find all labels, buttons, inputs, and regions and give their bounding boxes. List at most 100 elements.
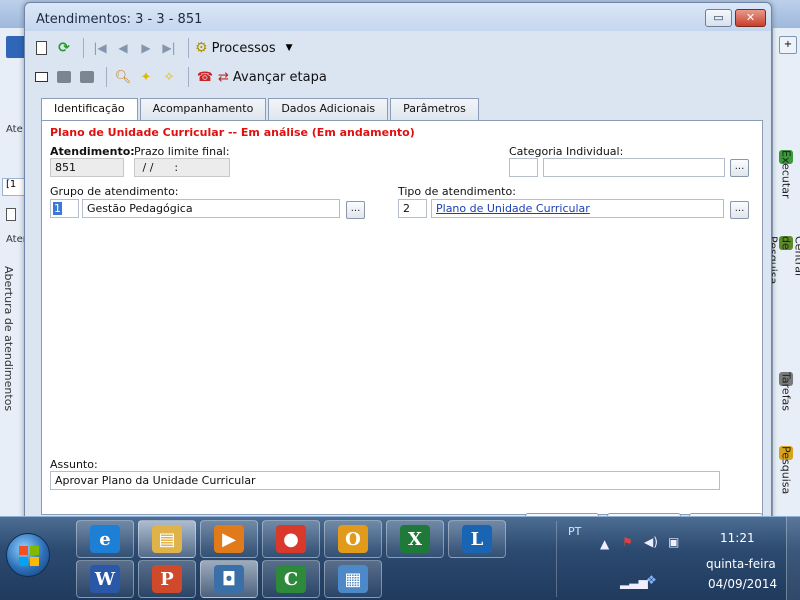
network-signal-icon[interactable]: ▂▃▅ — [620, 575, 648, 589]
right-item-label: Tarefas — [779, 372, 793, 412]
assunto-label: Assunto: — [50, 458, 98, 471]
prazo-field[interactable]: / / : — [134, 158, 230, 177]
refresh-button[interactable]: ⟳ — [54, 37, 74, 59]
tipo-desc-link[interactable]: Plano de Unidade Curricular — [431, 199, 724, 218]
first-icon: |◀ — [93, 41, 107, 55]
taskbar-app-word[interactable]: W — [76, 560, 134, 598]
categoria-desc-field[interactable] — [543, 158, 725, 177]
taskbar-app-media-player[interactable]: ▶ — [200, 520, 258, 558]
flag-alert-icon[interactable]: ⚑ — [622, 535, 633, 549]
show-hidden-icons-icon[interactable]: ▲ — [600, 537, 609, 551]
volume-icon[interactable]: ◀) — [644, 535, 658, 549]
lightbulb-icon: ✦ — [140, 69, 152, 85]
folder-icon: ▤ — [152, 525, 182, 553]
taskbar-app-excel[interactable]: X — [386, 520, 444, 558]
main-toolbar: ⟳ |◀ ◀ ▶ ▶| ⚙ Processos ▼ — [31, 35, 296, 61]
disabled-icon — [80, 71, 94, 83]
language-indicator[interactable]: PT — [568, 525, 581, 538]
new-document-button[interactable] — [31, 37, 51, 59]
application-window-icon: ▦ — [338, 565, 368, 593]
disabled-tool-button-1[interactable] — [54, 66, 74, 88]
taskbar-app-chrome[interactable]: ● — [262, 520, 320, 558]
previous-icon: ◀ — [118, 41, 128, 55]
right-item-label: Executar — [779, 150, 793, 199]
taskbar-app-outlook[interactable]: O — [324, 520, 382, 558]
taskbar-app-lync[interactable]: L — [448, 520, 506, 558]
phone-button[interactable]: ☎ — [195, 66, 215, 88]
taskbar-app-windows-explorer[interactable]: ▤ — [138, 520, 196, 558]
expand-button[interactable]: + — [779, 36, 797, 54]
tipo-code-field[interactable]: 2 — [398, 199, 427, 218]
show-desktop-button[interactable] — [786, 517, 800, 600]
email-button[interactable] — [31, 66, 51, 88]
grupo-desc-field[interactable]: Gestão Pedagógica — [82, 199, 340, 218]
last-record-button[interactable]: ▶| — [159, 37, 179, 59]
taskbar-app-window[interactable]: ▦ — [324, 560, 382, 598]
abertura-atendimentos-panel-label[interactable]: Abertura de atendimentos — [2, 266, 15, 411]
tab-identificacao[interactable]: Identificação — [41, 98, 138, 121]
toolbar-separator — [83, 38, 84, 58]
tab-parametros[interactable]: Parâmetros — [390, 98, 479, 120]
assunto-field[interactable]: Aprovar Plano da Unidade Curricular — [50, 471, 720, 490]
minimize-button[interactable]: ▭ — [705, 9, 732, 27]
grupo-lookup-button[interactable]: ... — [346, 201, 365, 219]
virtual-machine-icon: ◘ — [214, 565, 244, 593]
right-item-label: Pesquisa — [779, 446, 793, 495]
close-button[interactable]: ✕ — [735, 9, 766, 27]
chevron-down-icon: ▼ — [285, 43, 293, 53]
idea-button[interactable]: ✦ — [136, 66, 156, 88]
avancar-etapa-label: Avançar etapa — [232, 69, 327, 85]
categoria-code-field[interactable] — [509, 158, 538, 177]
chrome-icon: ● — [276, 525, 306, 553]
dialog-title: Atendimentos: 3 - 3 - 851 — [36, 12, 203, 27]
next-record-button[interactable]: ▶ — [136, 37, 156, 59]
categoria-lookup-button[interactable]: ... — [730, 159, 749, 177]
grupo-code-selection: 1 — [53, 202, 62, 215]
outlook-icon: O — [338, 525, 368, 553]
search-button[interactable]: 🔍︎ — [113, 66, 133, 88]
right-item-tarefas[interactable]: Tarefas — [779, 372, 793, 411]
clock-date[interactable]: 04/09/2014 — [708, 577, 777, 591]
secondary-toolbar: 🔍︎ ✦ ✧ ☎ ⇄ Avançar etapa — [31, 64, 330, 90]
taskbar-app-internet-explorer[interactable]: e — [76, 520, 134, 558]
tipo-lookup-button[interactable]: ... — [730, 201, 749, 219]
camtasia-icon: C — [276, 565, 306, 593]
atendimentos-dialog: Atendimentos: 3 - 3 - 851 ▭ ✕ ⟳ |◀ ◀ ▶ ▶… — [24, 2, 772, 523]
tab-dados-adicionais[interactable]: Dados Adicionais — [268, 98, 389, 120]
tipo-label: Tipo de atendimento: — [398, 185, 516, 198]
start-button[interactable] — [6, 533, 50, 577]
avancar-etapa-button[interactable]: ⇄ Avançar etapa — [218, 66, 327, 88]
tray-separator — [556, 521, 557, 597]
dialog-titlebar[interactable]: Atendimentos: 3 - 3 - 851 ▭ ✕ — [25, 3, 771, 31]
refresh-icon: ⟳ — [58, 40, 70, 56]
previous-record-button[interactable]: ◀ — [113, 37, 133, 59]
media-player-icon: ▶ — [214, 525, 244, 553]
toolbar-separator — [188, 67, 189, 87]
first-record-button[interactable]: |◀ — [90, 37, 110, 59]
word-icon: W — [90, 565, 120, 593]
clock-time[interactable]: 11:21 — [720, 531, 755, 545]
left-blue-tab[interactable] — [6, 36, 26, 58]
windows-taskbar: e ▤ ▶ ● O X L W P ◘ C ▦ PT ▲ ⚑ ◀) ▣ ▂▃▅ … — [0, 516, 800, 600]
idea-alt-button[interactable]: ✧ — [159, 66, 179, 88]
taskbar-app-powerpoint[interactable]: P — [138, 560, 196, 598]
taskbar-app-camtasia[interactable]: C — [262, 560, 320, 598]
disabled-tool-button-2[interactable] — [77, 66, 97, 88]
taskbar-app-virtual-machine[interactable]: ◘ — [200, 560, 258, 598]
gears-icon: ⚙ — [195, 40, 208, 56]
left-label-ate: Ate — [6, 124, 23, 135]
atendimento-field: 851 — [50, 158, 124, 177]
dropbox-icon[interactable]: ❖ — [646, 573, 657, 587]
advance-step-icon: ⇄ — [218, 69, 229, 85]
right-item-executar[interactable]: Executar — [779, 150, 793, 199]
usb-device-icon[interactable]: ▣ — [668, 535, 679, 549]
form-tabs: Identificação Acompanhamento Dados Adici… — [41, 98, 481, 121]
document-icon[interactable] — [6, 208, 16, 221]
grupo-code-field[interactable]: 1 — [50, 199, 79, 218]
right-item-pesquisa[interactable]: Pesquisa — [779, 446, 793, 494]
processos-button[interactable]: ⚙ Processos ▼ — [195, 37, 293, 59]
tab-acompanhamento[interactable]: Acompanhamento — [139, 98, 267, 120]
clock-day[interactable]: quinta-feira — [706, 557, 776, 571]
right-item-central-pesquisa[interactable]: Central de Pesquisa — [767, 236, 800, 284]
internet-explorer-icon: e — [90, 525, 120, 553]
